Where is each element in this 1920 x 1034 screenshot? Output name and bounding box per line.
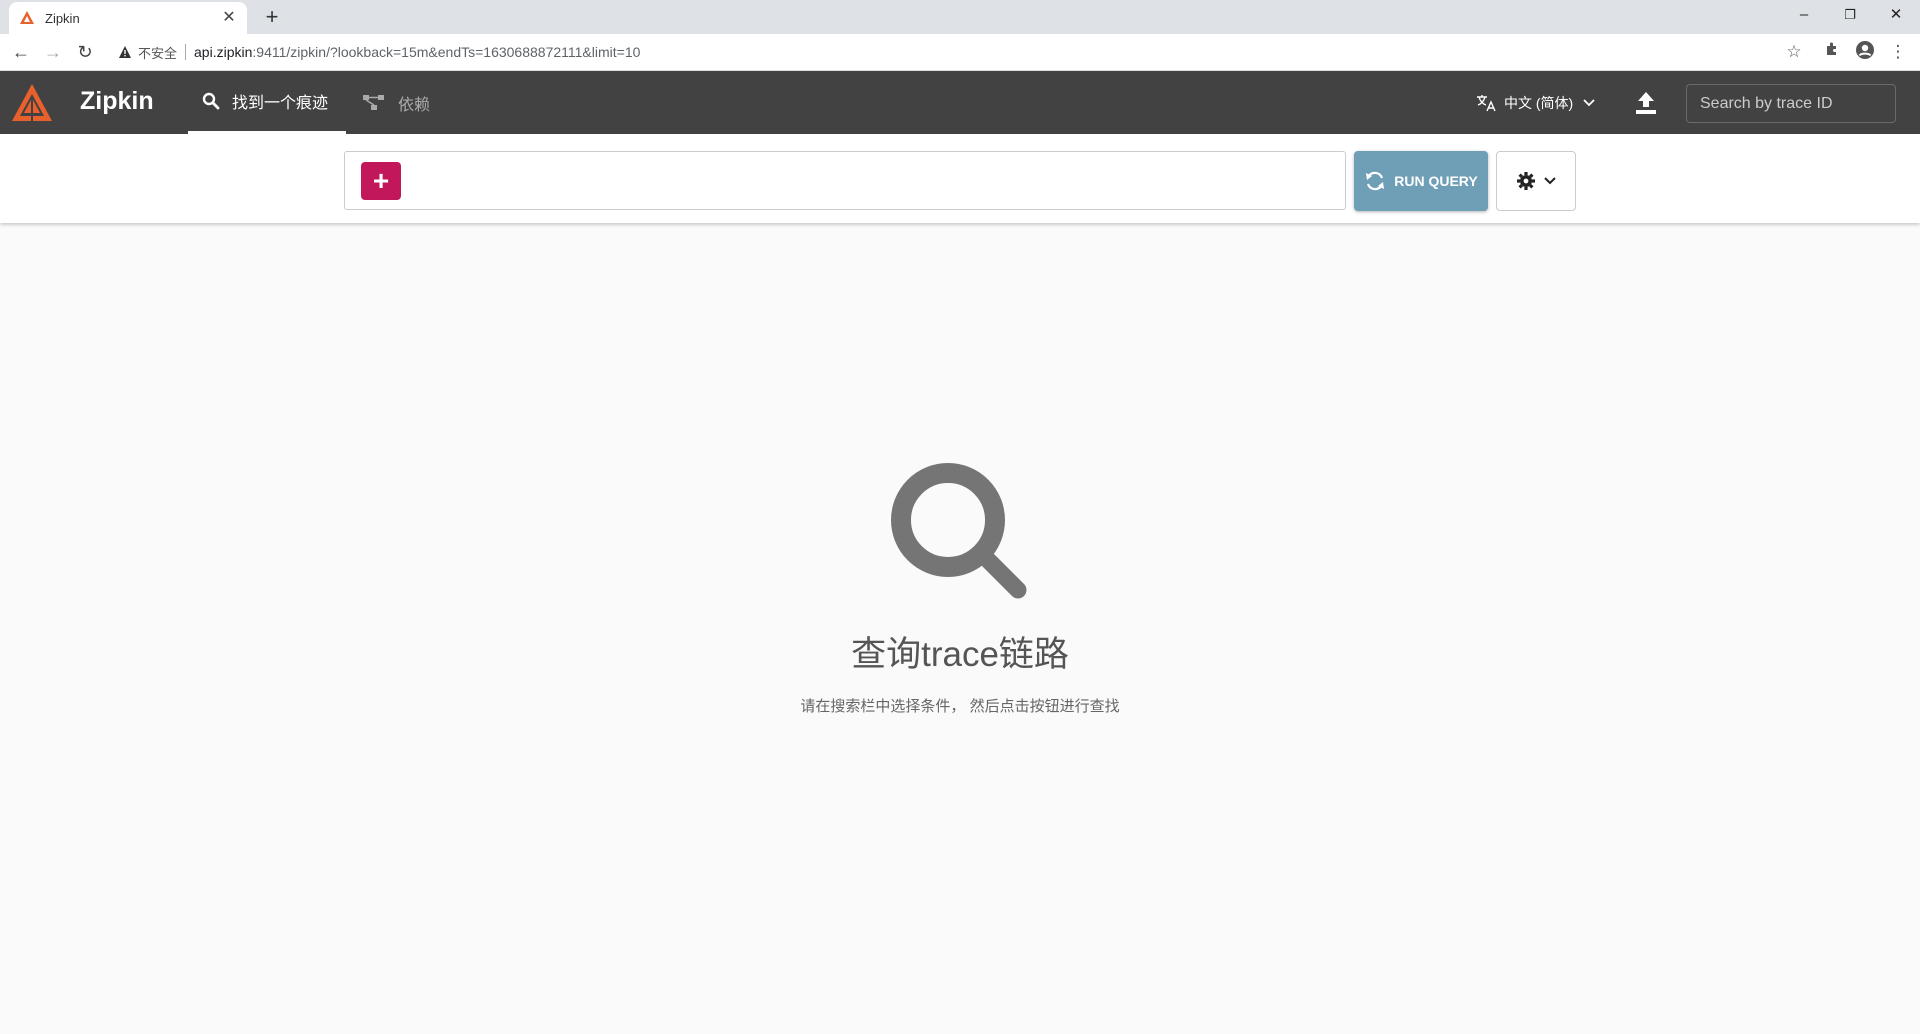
forward-icon[interactable]: → (41, 40, 65, 64)
zipkin-logo-icon[interactable] (10, 81, 54, 125)
browser-toolbar: ← → ↻ 不安全 api.zipkin :9411/zipkin/?lookb… (0, 34, 1920, 71)
browser-menu-icon[interactable]: ⋮ (1886, 40, 1910, 64)
query-bar: + RUN QUERY (0, 134, 1920, 223)
minimize-icon[interactable]: – (1784, 4, 1824, 26)
tab-dependencies-label: 依赖 (398, 96, 431, 114)
window-close-icon[interactable]: ✕ (1876, 4, 1916, 26)
security-label: 不安全 (138, 45, 178, 61)
profile-icon[interactable] (1853, 40, 1877, 64)
zipkin-favicon-icon (20, 11, 34, 24)
url-host: api.zipkin (194, 44, 253, 60)
upload-icon[interactable] (1632, 89, 1660, 117)
language-selector[interactable]: 中文 (简体) (1476, 71, 1603, 134)
magnifier-icon (891, 463, 1027, 599)
empty-state-title: 查询trace链路 (851, 635, 1069, 674)
tab-close-icon[interactable]: ✕ (221, 10, 237, 26)
extensions-icon[interactable] (1820, 40, 1844, 64)
puzzle-icon (1827, 42, 1836, 55)
app-header: Zipkin 找到一个痕迹 依赖 中文 (简体) (0, 71, 1920, 134)
tab-title: Zipkin (45, 10, 80, 26)
empty-state: 查询trace链路 请在搜索栏中选择条件， 然后点击按钮进行查找 (0, 460, 1920, 716)
translate-icon (1477, 94, 1496, 111)
search-icon (202, 92, 220, 110)
tab-find-trace-label: 找到一个痕迹 (232, 95, 329, 112)
gear-icon (1517, 172, 1535, 190)
tab-find-trace[interactable]: 找到一个痕迹 (188, 71, 346, 134)
trace-id-search-input[interactable] (1686, 84, 1896, 123)
empty-state-subtitle: 请在搜索栏中选择条件， 然后点击按钮进行查找 (800, 698, 1120, 715)
browser-tab[interactable]: Zipkin ✕ (9, 2, 247, 34)
add-criteria-button[interactable]: + (361, 162, 401, 200)
reload-icon[interactable]: ↻ (73, 40, 97, 64)
brand-title[interactable]: Zipkin (80, 87, 154, 116)
bookmark-star-icon[interactable]: ☆ (1782, 40, 1806, 64)
dependencies-icon (363, 94, 384, 110)
back-icon[interactable]: ← (9, 40, 33, 64)
chevron-down-icon (1544, 177, 1556, 185)
refresh-icon (1366, 171, 1385, 191)
account-circle-icon (1856, 41, 1874, 59)
tab-dependencies[interactable]: 依赖 (362, 71, 430, 134)
chevron-down-icon (1583, 98, 1595, 106)
restore-icon[interactable]: ❐ (1830, 4, 1870, 26)
url-path: :9411/zipkin/?lookback=15m&endTs=1630688… (252, 44, 641, 60)
language-label: 中文 (简体) (1504, 94, 1574, 111)
warning-icon (119, 46, 131, 58)
run-query-button[interactable]: RUN QUERY (1354, 151, 1488, 211)
browser-tabbar: Zipkin ✕ + – ❐ ✕ (0, 0, 1920, 34)
query-criteria-box[interactable]: + (344, 151, 1346, 210)
run-query-label: RUN QUERY (1394, 173, 1478, 189)
new-tab-icon[interactable]: + (260, 5, 284, 29)
address-bar[interactable]: 不安全 api.zipkin :9411/zipkin/?lookback=15… (108, 38, 1796, 66)
address-separator (185, 44, 187, 60)
query-settings-button[interactable] (1496, 151, 1576, 211)
